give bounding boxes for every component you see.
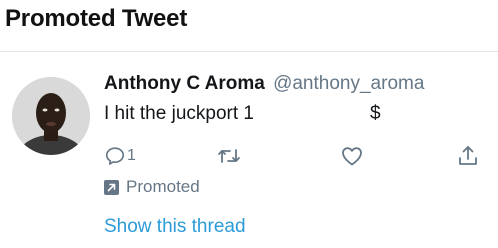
author-name[interactable]: Anthony C Aroma [104,73,265,94]
tweet-text-suffix: $ [370,103,381,124]
reply-button[interactable]: 1 [104,143,136,169]
share-button[interactable] [456,143,480,169]
promoted-label: Promoted [126,177,200,196]
author-line: Anthony C Aroma @anthony_aroma [104,73,424,95]
heart-icon [342,147,362,166]
avatar-photo [12,77,90,155]
page-title: Promoted Tweet [5,5,188,32]
author-handle[interactable]: @anthony_aroma [273,73,424,94]
show-thread-link[interactable]: Show this thread [104,216,246,238]
retweet-button[interactable] [217,143,241,169]
promoted-badge: Promoted [104,177,200,197]
tweet-card[interactable]: Anthony C Aroma @anthony_aroma I hit the… [0,53,498,248]
avatar[interactable] [12,77,90,155]
promoted-arrow-icon [104,179,119,195]
panel-header: Promoted Tweet [0,0,498,52]
promoted-tweet-panel: Promoted Tweet Anthony C Aroma @anthony_… [0,0,498,248]
reply-icon [105,147,125,165]
share-icon [459,146,477,165]
retweet-icon [218,149,240,163]
reply-count: 1 [127,147,136,164]
tweet-actions: 1 [104,143,494,171]
tweet-text: I hit the juckport 1 [104,103,254,124]
like-button[interactable] [340,143,364,169]
